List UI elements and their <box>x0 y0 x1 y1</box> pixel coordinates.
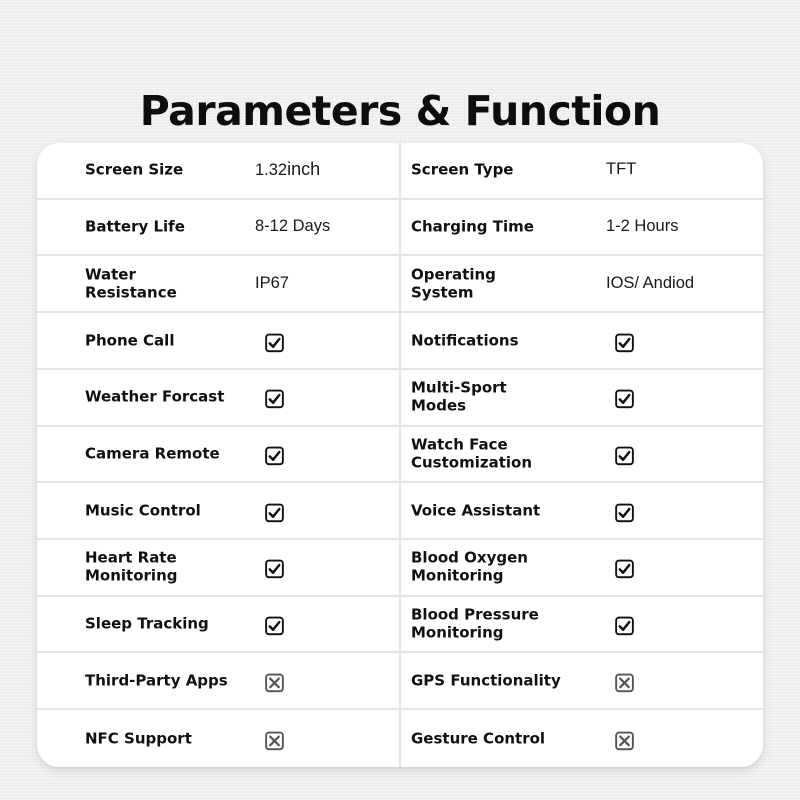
spec-cell: Battery Life 8-12 Days <box>37 199 401 255</box>
spec-cell: GPS Functionality <box>401 653 763 708</box>
spec-cell: Multi-Sport Modes <box>401 370 763 425</box>
spec-label: Third-Party Apps <box>85 671 228 690</box>
checked-box-icon <box>265 446 284 466</box>
spec-cell: Third-Party Apps <box>37 653 401 709</box>
spec-value-text: TFT <box>606 160 637 179</box>
checked-box-icon <box>615 446 634 466</box>
checked-box-icon <box>615 333 634 352</box>
spec-label: Charging Time <box>411 217 534 236</box>
spec-cell: Watch Face Customization <box>401 427 763 482</box>
spec-cell: Water Resistance IP67 <box>37 256 401 312</box>
table-row: Camera Remote Watch Face Customization <box>37 426 763 484</box>
table-row: Screen Size 1.32inch Screen Type TFT <box>37 143 763 200</box>
checked-box-icon <box>615 616 634 636</box>
spec-label: Screen Size <box>85 160 184 179</box>
spec-cell: NFC Support <box>37 710 401 767</box>
table-row: Water Resistance IP67 Operating System IOS/… <box>37 256 763 314</box>
spec-value-text: IOS/ Andiod <box>606 273 695 292</box>
spec-value: TFT <box>606 160 636 179</box>
spec-label: Gesture Control <box>411 729 546 748</box>
checked-box-icon <box>265 333 284 352</box>
table-row: Third-Party Apps GPS Functionality <box>37 653 763 711</box>
spec-label: Water Resistance <box>85 265 177 302</box>
crossed-box-icon <box>615 673 634 693</box>
spec-label: Phone Call <box>85 331 175 350</box>
table-row: Music Control Voice Assistant <box>37 483 763 541</box>
spec-cell: Blood Oxygen Monitoring <box>401 540 763 595</box>
spec-label: Screen Type <box>411 160 514 179</box>
checked-box-icon <box>615 389 634 409</box>
crossed-box-icon <box>265 673 284 693</box>
spec-value-text: 1-2 Hours <box>606 217 679 236</box>
table-row: NFC Support Gesture Control <box>37 710 763 767</box>
spec-label: Camera Remote <box>85 444 220 463</box>
spec-cell: Camera Remote <box>37 426 401 482</box>
spec-value-text: IP67 <box>255 273 289 292</box>
table-row: Weather Forcast Multi-Sport Modes <box>37 369 763 427</box>
page-title: Parameters & Function <box>139 87 661 136</box>
checked-box-icon <box>265 616 284 636</box>
spec-label: Battery Life <box>85 217 185 236</box>
spec-cell: Charging Time 1-2 Hours <box>401 200 763 255</box>
spec-label: Notifications <box>411 331 519 350</box>
spec-label: Music Control <box>85 501 201 520</box>
spec-label: Blood Oxygen Monitoring <box>411 548 528 585</box>
spec-value-unit: inch <box>287 159 321 180</box>
spec-cell: Voice Assistant <box>401 483 763 538</box>
spec-cell: Gesture Control <box>401 710 763 767</box>
checked-box-icon <box>615 503 634 522</box>
spec-label: Operating System <box>411 265 496 302</box>
checked-box-icon <box>265 389 284 409</box>
spec-cell: Sleep Tracking <box>37 596 401 652</box>
spec-label: Sleep Tracking <box>85 614 209 633</box>
checked-box-icon <box>615 559 634 579</box>
spec-value: IOS/ Andiod <box>606 274 694 293</box>
spec-value: IP67 <box>255 274 289 293</box>
spec-label: NFC Support <box>85 729 192 748</box>
spec-cell: Notifications <box>401 313 763 368</box>
spec-label: Multi-Sport Modes <box>411 378 507 415</box>
spec-cell: Music Control <box>37 483 401 539</box>
spec-cell: Operating System IOS/ Andiod <box>401 256 763 311</box>
spec-label: Voice Assistant <box>411 501 541 520</box>
spec-value-text: 8-12 Days <box>255 217 331 236</box>
crossed-box-icon <box>265 731 284 750</box>
table-row: Battery Life 8-12 Days Charging Time 1-2 Ho… <box>37 199 763 257</box>
checked-box-icon <box>265 559 284 579</box>
spec-cell: Blood Pressure Monitoring <box>401 597 763 652</box>
spec-cell: Screen Type TFT <box>401 143 763 198</box>
spec-table: Screen Size 1.32inch Screen Type TFT Battery… <box>37 143 763 767</box>
spec-label: GPS Functionality <box>411 671 561 690</box>
spec-cell: Phone Call <box>37 313 401 368</box>
spec-label: Heart Rate Monitoring <box>85 548 178 585</box>
table-row: Sleep Tracking Blood Pressure Monitoring <box>37 596 763 654</box>
spec-value-text: 1.32 <box>255 161 288 180</box>
table-row: Phone Call Notifications <box>37 313 763 370</box>
checked-box-icon <box>265 503 284 522</box>
spec-cell: Screen Size 1.32inch <box>37 143 401 198</box>
crossed-box-icon <box>615 731 634 750</box>
spec-value: 1.32inch <box>255 159 320 180</box>
spec-cell: Weather Forcast <box>37 369 401 425</box>
spec-cell: Heart Rate Monitoring <box>37 540 401 595</box>
table-row: Heart Rate Monitoring Blood Oxygen Monito… <box>37 540 763 597</box>
spec-label: Watch Face Customization <box>411 435 533 472</box>
spec-label: Blood Pressure Monitoring <box>411 605 539 642</box>
spec-value: 8-12 Days <box>255 217 330 236</box>
spec-value: 1-2 Hours <box>606 217 678 236</box>
spec-label: Weather Forcast <box>85 387 225 406</box>
